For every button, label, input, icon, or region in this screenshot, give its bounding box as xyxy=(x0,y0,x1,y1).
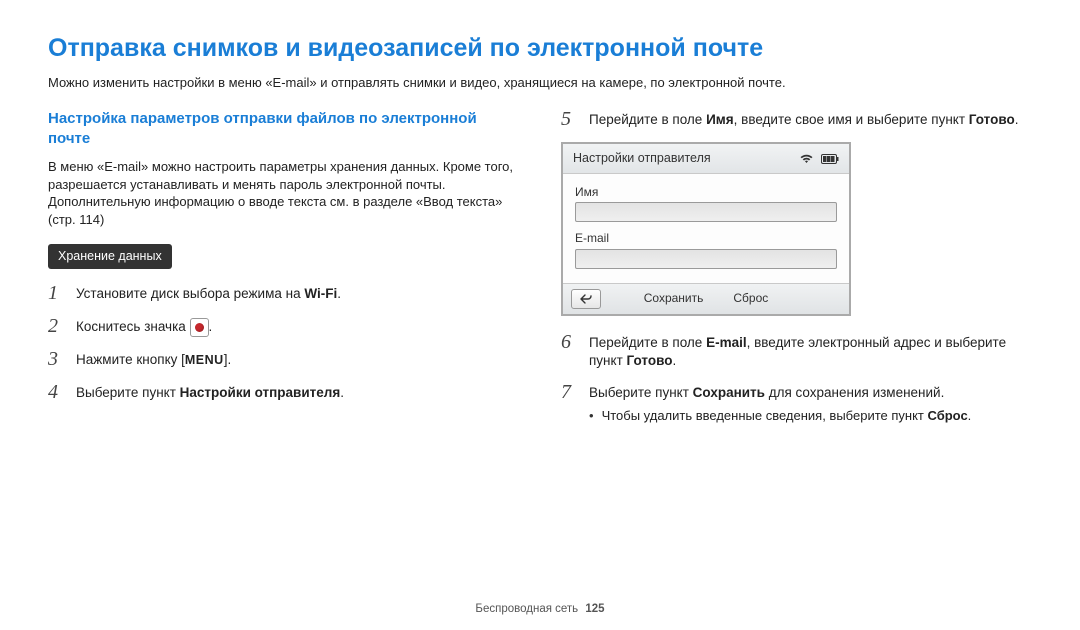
storage-badge: Хранение данных xyxy=(48,244,172,269)
step-number: 1 xyxy=(48,283,64,304)
step-1: 1 Установите диск выбора режима на Wi-Fi… xyxy=(48,283,519,304)
reset-button[interactable]: Сброс xyxy=(729,290,772,306)
name-input[interactable] xyxy=(575,202,837,222)
step-text: Нажмите кнопку [MENU]. xyxy=(76,349,231,369)
menu-button-label: MENU xyxy=(185,352,224,369)
paragraph: В меню «E-mail» можно настроить параметр… xyxy=(48,158,519,228)
step-text: Перейдите в поле E-mail, введите электро… xyxy=(589,332,1032,370)
page-footer: Беспроводная сеть 125 xyxy=(0,602,1080,618)
step-5: 5 Перейдите в поле Имя, введите свое имя… xyxy=(561,109,1032,130)
step-4: 4 Выберите пункт Настройки отправителя. xyxy=(48,382,519,403)
intro-text: Можно изменить настройки в меню «E-mail»… xyxy=(48,74,1032,92)
step-7: 7 Выберите пункт Сохранить для сохранени… xyxy=(561,382,1032,403)
subheading: Настройка параметров отправки файлов по … xyxy=(48,109,519,148)
page-title: Отправка снимков и видеозаписей по элект… xyxy=(48,32,1032,66)
save-button[interactable]: Сохранить xyxy=(640,290,708,306)
step-text: Выберите пункт Сохранить для сохранения … xyxy=(589,382,944,402)
step-text: Коснитесь значка . xyxy=(76,316,212,337)
left-column: Настройка параметров отправки файлов по … xyxy=(48,109,519,424)
wifi-label: Wi-Fi xyxy=(304,285,337,303)
step-number: 2 xyxy=(48,316,64,337)
step-number: 3 xyxy=(48,349,64,370)
right-column: 5 Перейдите в поле Имя, введите свое имя… xyxy=(561,109,1032,424)
status-icons xyxy=(800,154,839,164)
step-number: 4 xyxy=(48,382,64,403)
mockup-footer: Сохранить Сброс xyxy=(563,284,849,314)
battery-icon xyxy=(821,154,839,164)
step-number: 7 xyxy=(561,382,577,403)
step-2: 2 Коснитесь значка . xyxy=(48,316,519,337)
step-number: 5 xyxy=(561,109,577,130)
step-6: 6 Перейдите в поле E-mail, введите элект… xyxy=(561,332,1032,370)
step-3: 3 Нажмите кнопку [MENU]. xyxy=(48,349,519,370)
step-text: Перейдите в поле Имя, введите свое имя и… xyxy=(589,109,1019,129)
back-button[interactable] xyxy=(571,289,601,309)
step-number: 6 xyxy=(561,332,577,353)
field-label-email: E-mail xyxy=(575,230,837,246)
mockup-title: Настройки отправителя xyxy=(573,150,711,167)
email-app-icon xyxy=(190,318,209,337)
field-label-name: Имя xyxy=(575,184,837,200)
footer-section: Беспроводная сеть xyxy=(475,603,578,615)
camera-ui-mockup: Настройки отправителя Имя E-mail xyxy=(561,142,851,315)
email-input[interactable] xyxy=(575,249,837,269)
step-text: Выберите пункт Настройки отправителя. xyxy=(76,382,344,402)
mockup-header: Настройки отправителя xyxy=(563,144,849,173)
bullet-note: Чтобы удалить введенные сведения, выбери… xyxy=(589,407,1032,425)
wifi-icon xyxy=(800,154,813,164)
back-arrow-icon xyxy=(580,294,592,304)
step-text: Установите диск выбора режима на Wi-Fi. xyxy=(76,283,341,303)
page-number: 125 xyxy=(585,603,604,615)
mockup-body: Имя E-mail xyxy=(563,173,849,283)
